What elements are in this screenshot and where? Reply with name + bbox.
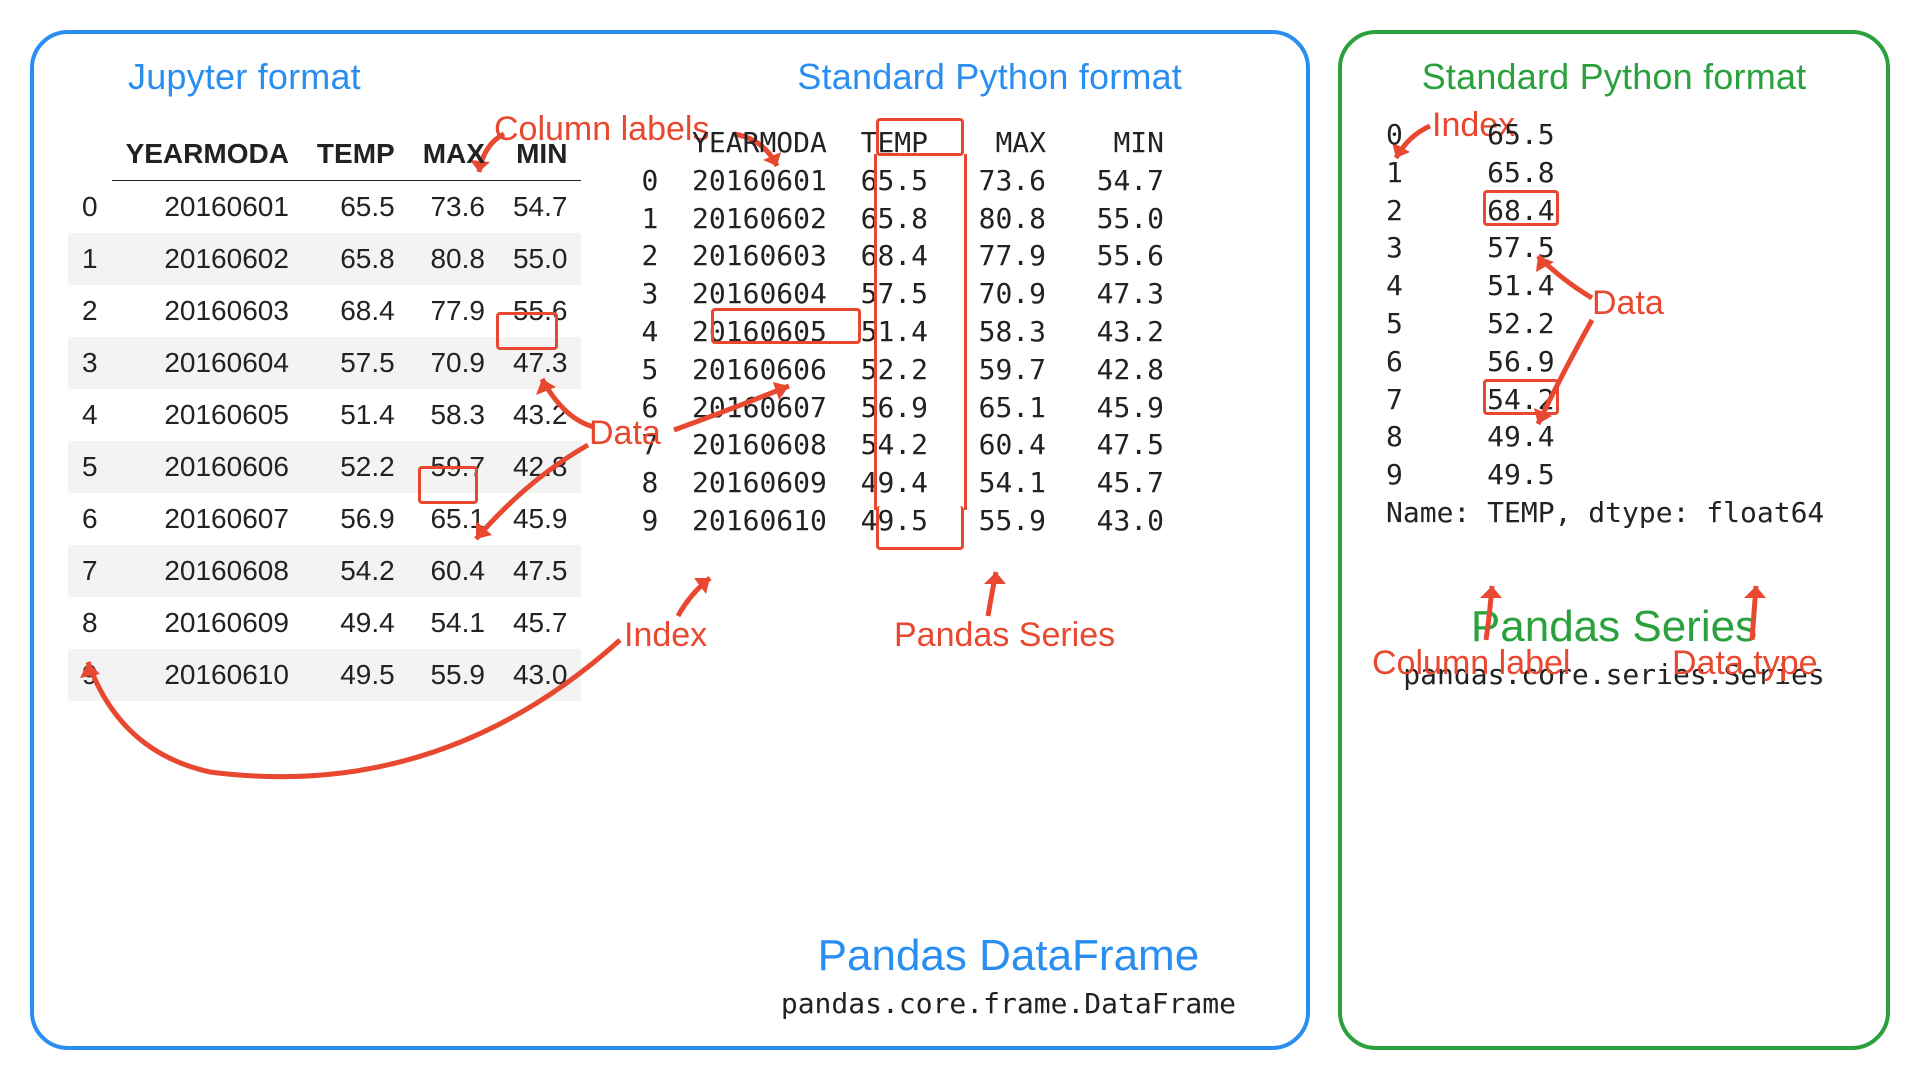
hl-temp-left	[874, 154, 877, 510]
series-mono-wrap: 0 65.5 1 65.8 2 68.4 3 57.5 4 51.4 5 52.…	[1386, 116, 1852, 532]
dataframe-printout: YEARMODA TEMP MAX MIN 0 20160601 65.5 73…	[641, 124, 1164, 540]
table-row: 92016061049.555.943.0	[68, 649, 581, 701]
hl-temp-right	[964, 154, 967, 510]
table-row: 62016060756.965.145.9	[68, 493, 581, 545]
series-title: Pandas Series	[1376, 602, 1852, 652]
dataframe-title: Pandas DataFrame	[781, 931, 1236, 981]
jupyter-table-wrap: YEARMODA TEMP MAX MIN 02016060165.573.65…	[68, 110, 581, 701]
col-temp: TEMP	[303, 128, 409, 181]
series-panel: Standard Python format Index 0 65.5 1 65…	[1338, 30, 1890, 1050]
jupyter-table: YEARMODA TEMP MAX MIN 02016060165.573.65…	[68, 128, 581, 701]
col-max: MAX	[409, 128, 499, 181]
series-printout: 0 65.5 1 65.8 2 68.4 3 57.5 4 51.4 5 52.…	[1386, 116, 1852, 532]
table-row: 02016060165.573.654.7	[68, 181, 581, 234]
dataframe-class: pandas.core.frame.DataFrame	[781, 987, 1236, 1020]
series-class: pandas.core.series.Series	[1376, 658, 1852, 691]
table-row: 32016060457.570.947.3	[68, 337, 581, 389]
jupyter-format-heading: Jupyter format	[128, 56, 361, 98]
series-heading: Standard Python format	[1376, 56, 1852, 98]
standard-format-heading: Standard Python format	[797, 56, 1182, 98]
table-row: 22016060368.477.955.6	[68, 285, 581, 337]
dataframe-footer: Pandas DataFrame pandas.core.frame.DataF…	[781, 931, 1236, 1020]
table-row: 72016060854.260.447.5	[68, 545, 581, 597]
jupyter-header-row: YEARMODA TEMP MAX MIN	[68, 128, 581, 181]
table-row: 82016060949.454.145.7	[68, 597, 581, 649]
col-yearmoda: YEARMODA	[112, 128, 303, 181]
table-row: 52016060652.259.742.8	[68, 441, 581, 493]
table-row: 42016060551.458.343.2	[68, 389, 581, 441]
dataframe-mono-wrap: YEARMODA TEMP MAX MIN 0 20160601 65.5 73…	[641, 124, 1164, 701]
col-min: MIN	[499, 128, 582, 181]
table-row: 12016060265.880.855.0	[68, 233, 581, 285]
dataframe-panel: Jupyter format Standard Python format Co…	[30, 30, 1310, 1050]
series-footer: Pandas Series pandas.core.series.Series	[1376, 602, 1852, 691]
